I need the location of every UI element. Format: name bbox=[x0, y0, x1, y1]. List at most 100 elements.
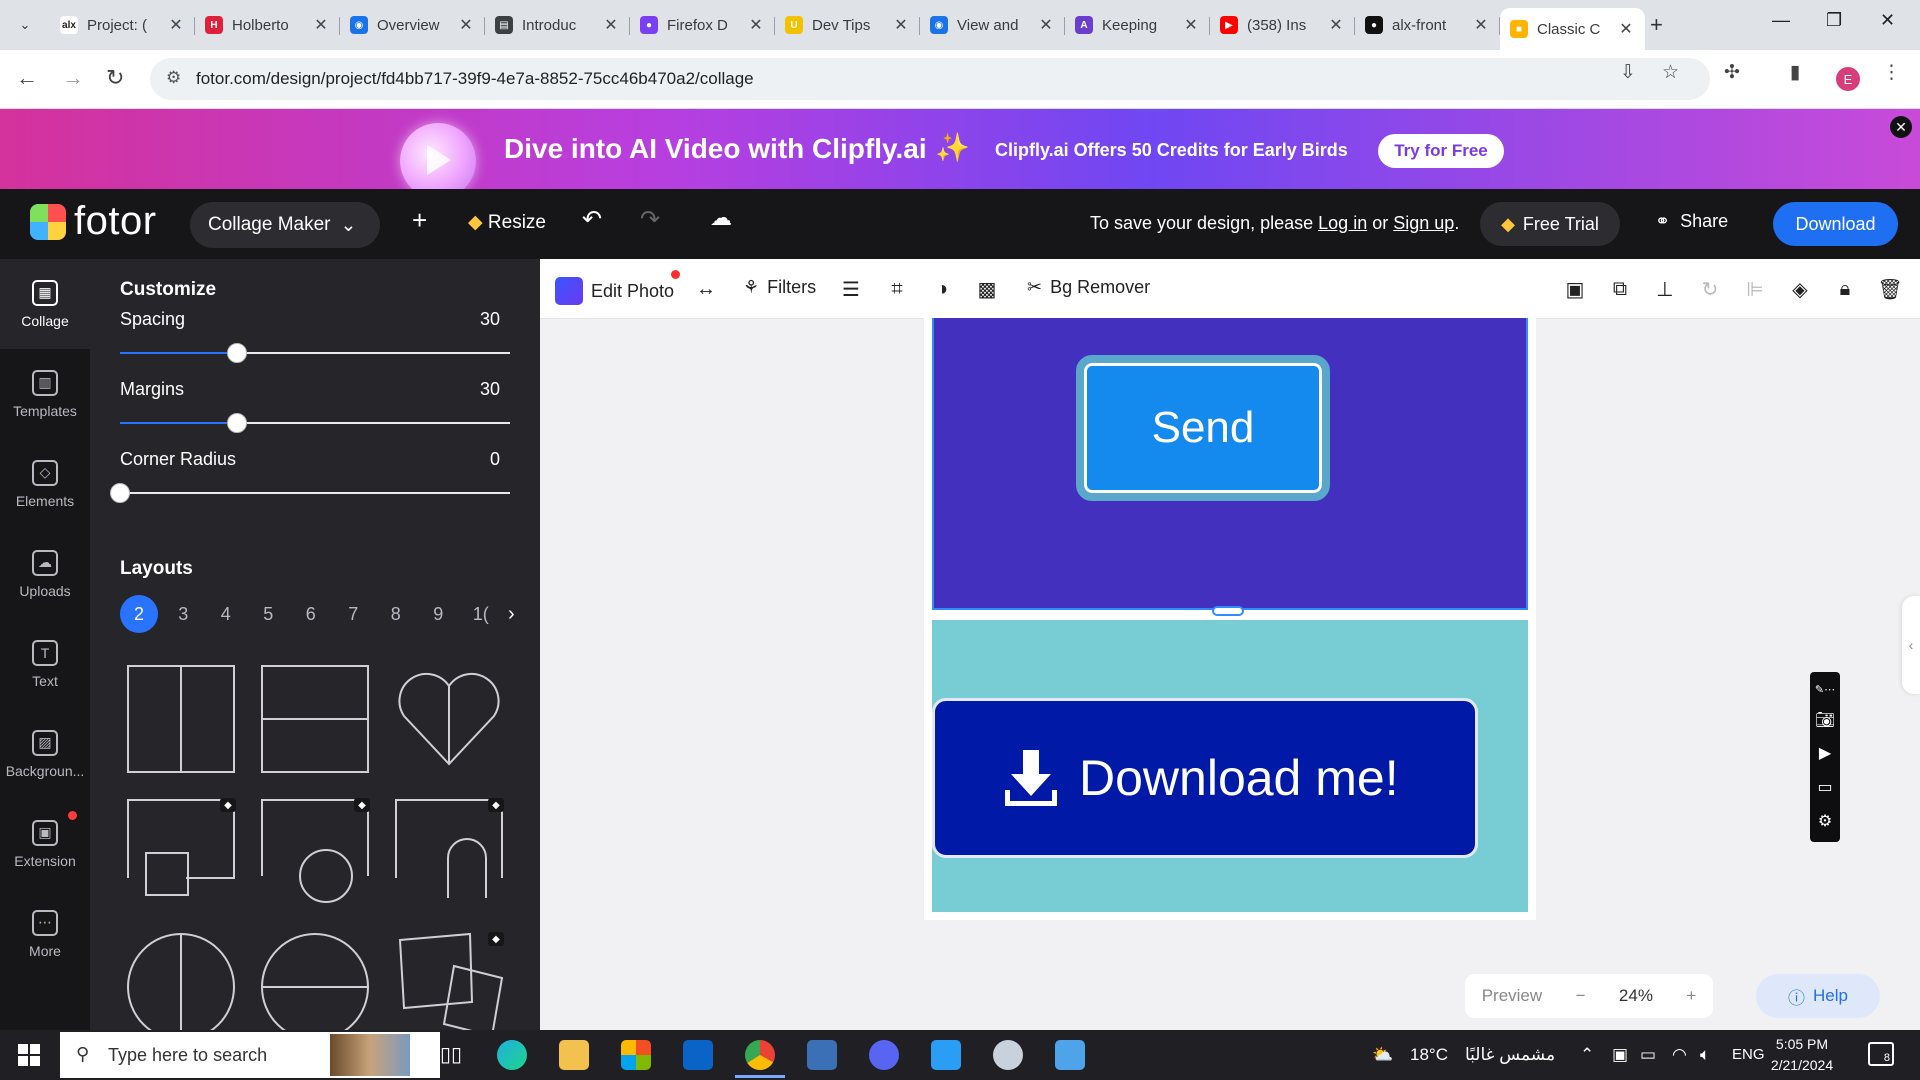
browser-tab[interactable]: alx Project: (✕ bbox=[50, 8, 195, 42]
rail-item-backgroun[interactable]: ▨ Backgroun... bbox=[0, 709, 90, 799]
edge-icon[interactable] bbox=[497, 1040, 527, 1070]
margins-slider[interactable] bbox=[120, 413, 510, 433]
tab-close-icon[interactable]: ✕ bbox=[892, 15, 910, 35]
reload-icon[interactable]: ↻ bbox=[106, 65, 124, 91]
layout-count-1[interactable]: 3 bbox=[162, 595, 205, 633]
recorder-handle-icon[interactable]: ✎⋯ bbox=[1815, 683, 1835, 696]
camera-icon[interactable]: 📷︎ bbox=[1815, 710, 1835, 730]
fotor-logo-icon[interactable] bbox=[30, 204, 66, 240]
corner-radius-slider-thumb[interactable] bbox=[110, 483, 130, 503]
file-explorer-icon[interactable] bbox=[559, 1040, 589, 1070]
tab-close-icon[interactable]: ✕ bbox=[167, 15, 185, 35]
forward-arrow-icon[interactable]: → bbox=[62, 65, 84, 91]
chrome-taskbar-icon[interactable] bbox=[735, 1040, 785, 1078]
delete-trash-icon[interactable]: 🗑︎ bbox=[1877, 277, 1902, 301]
back-arrow-icon[interactable]: ← bbox=[16, 65, 38, 91]
help-button[interactable]: ⓘ Help bbox=[1756, 974, 1880, 1018]
paint-format-icon[interactable]: ⊥ bbox=[1653, 277, 1677, 301]
weather-sun-icon[interactable]: ⛅ bbox=[1372, 1045, 1393, 1065]
layout-square-inset[interactable]: ◆ bbox=[126, 798, 236, 908]
tab-close-icon[interactable]: ✕ bbox=[1472, 15, 1490, 35]
browser-tab[interactable]: H Holberto ✕ bbox=[195, 8, 340, 42]
url-input[interactable]: ⚙ fotor.com/design/project/fd4bb717-39f9… bbox=[150, 58, 1710, 100]
undo-icon[interactable]: ↶ bbox=[582, 205, 602, 234]
tab-close-icon[interactable]: ✕ bbox=[747, 15, 765, 35]
align-icon[interactable]: ⊫ bbox=[1743, 277, 1767, 301]
cell-resize-handle[interactable] bbox=[1212, 606, 1244, 616]
margins-slider-thumb[interactable] bbox=[227, 413, 247, 433]
layout-arch-inset[interactable]: ◆ bbox=[394, 798, 504, 908]
weather-temp[interactable]: 18°C bbox=[1410, 1045, 1448, 1065]
duplicate-icon[interactable]: ⧉ bbox=[1608, 277, 1632, 301]
minimize-icon[interactable]: — bbox=[1772, 10, 1790, 31]
tab-search-chevron-icon[interactable]: ⌄ bbox=[12, 12, 38, 38]
layout-tilted-frames[interactable]: ◆ bbox=[394, 932, 504, 1042]
tab-close-icon[interactable]: ✕ bbox=[457, 15, 475, 35]
signup-link[interactable]: Sign up bbox=[1393, 213, 1454, 233]
layers-icon[interactable]: ◈ bbox=[1788, 277, 1812, 301]
rail-item-templates[interactable]: ▥ Templates bbox=[0, 349, 90, 439]
layout-circle-inset[interactable]: ◆ bbox=[260, 798, 370, 908]
new-tab-plus-icon[interactable]: + bbox=[1650, 12, 1663, 38]
browser-menu-icon[interactable]: ⋮ bbox=[1882, 61, 1901, 84]
side-panel-icon[interactable]: ▮ bbox=[1790, 61, 1800, 84]
notification-center-icon[interactable]: 8 bbox=[1868, 1042, 1894, 1066]
remote-desktop-icon[interactable] bbox=[807, 1040, 837, 1070]
flip-width-icon[interactable]: ↔ bbox=[694, 277, 718, 301]
wifi-icon[interactable]: ◠ bbox=[1672, 1045, 1687, 1065]
layout-count-3[interactable]: 5 bbox=[247, 595, 290, 633]
battery-icon[interactable]: ▭ bbox=[1640, 1045, 1656, 1065]
mail-icon[interactable] bbox=[683, 1040, 713, 1070]
layout-circle-split-vertical[interactable] bbox=[126, 932, 236, 1042]
browser-tab[interactable]: ◉ View and ✕ bbox=[920, 8, 1065, 42]
taskbar-clock[interactable]: 5:05 PM 2/21/2024 bbox=[1762, 1034, 1842, 1076]
zoom-in-button[interactable]: + bbox=[1686, 986, 1696, 1006]
tab-close-icon[interactable]: ✕ bbox=[312, 15, 330, 35]
bg-remover-button[interactable]: ✂ Bg Remover bbox=[1027, 277, 1150, 298]
video-camera-icon[interactable]: ▶ bbox=[1819, 743, 1831, 763]
spacing-slider-thumb[interactable] bbox=[227, 343, 247, 363]
transparency-icon[interactable]: ▩ bbox=[975, 277, 999, 301]
language-indicator[interactable]: ENG bbox=[1732, 1046, 1765, 1063]
bookmark-star-icon[interactable]: ☆ bbox=[1662, 61, 1679, 84]
rail-item-more[interactable]: ⋯ More bbox=[0, 889, 90, 979]
layout-count-7[interactable]: 9 bbox=[417, 595, 460, 633]
weather-text[interactable]: مشمس غالبًا bbox=[1465, 1045, 1555, 1065]
crop-icon[interactable]: ⌗ bbox=[885, 277, 909, 301]
resize-button[interactable]: ◆ Resize bbox=[468, 211, 546, 234]
settings-gear-icon[interactable]: ⚙ bbox=[1818, 811, 1832, 831]
rail-item-elements[interactable]: ◇ Elements bbox=[0, 439, 90, 529]
share-button[interactable]: ⚭ Share bbox=[1655, 211, 1728, 232]
paint-icon[interactable] bbox=[993, 1040, 1023, 1070]
browser-tab[interactable]: A Keeping ✕ bbox=[1065, 8, 1210, 42]
layout-heart[interactable] bbox=[394, 664, 504, 774]
adjust-sliders-icon[interactable]: ☰ bbox=[839, 277, 863, 301]
site-settings-icon[interactable]: ⚙ bbox=[166, 68, 181, 88]
tab-close-icon[interactable]: ✕ bbox=[1617, 19, 1635, 39]
replace-image-icon[interactable]: ▣ bbox=[1563, 277, 1587, 301]
browser-tab[interactable]: ▶ (358) Ins ✕ bbox=[1210, 8, 1355, 42]
layout-circle-split-horizontal[interactable] bbox=[260, 932, 370, 1042]
rail-item-collage[interactable]: ▦ Collage bbox=[0, 259, 90, 349]
right-panel-chevron-icon[interactable]: ‹ bbox=[1902, 596, 1920, 694]
tab-close-icon[interactable]: ✕ bbox=[602, 15, 620, 35]
try-for-free-button[interactable]: Try for Free bbox=[1378, 134, 1504, 168]
add-plus-icon[interactable]: + bbox=[412, 205, 427, 236]
promo-close-icon[interactable]: ✕ bbox=[1890, 116, 1912, 138]
zoom-out-button[interactable]: − bbox=[1576, 986, 1586, 1006]
install-app-icon[interactable]: ⇩ bbox=[1620, 61, 1636, 84]
edit-photo-button[interactable]: Edit Photo bbox=[555, 277, 674, 305]
cloud-upload-icon[interactable]: ☁ bbox=[710, 205, 732, 231]
volume-icon[interactable]: 🔈︎ bbox=[1700, 1045, 1710, 1065]
layout-two-rows[interactable] bbox=[260, 664, 370, 774]
free-trial-button[interactable]: ◆ Free Trial bbox=[1480, 202, 1620, 246]
fotor-logo-text[interactable]: fotor bbox=[74, 199, 157, 244]
rail-item-extension[interactable]: ▣ Extension bbox=[0, 799, 90, 889]
browser-tab[interactable]: ◉ Overview ✕ bbox=[340, 8, 485, 42]
zoom-level[interactable]: 24% bbox=[1619, 986, 1653, 1006]
layout-count-4[interactable]: 6 bbox=[290, 595, 333, 633]
collage-maker-dropdown[interactable]: Collage Maker ⌄ bbox=[190, 202, 380, 248]
lock-icon[interactable]: 🔒︎ bbox=[1833, 277, 1857, 301]
photos-icon[interactable] bbox=[1055, 1040, 1085, 1070]
windows-start-icon[interactable] bbox=[18, 1044, 40, 1066]
